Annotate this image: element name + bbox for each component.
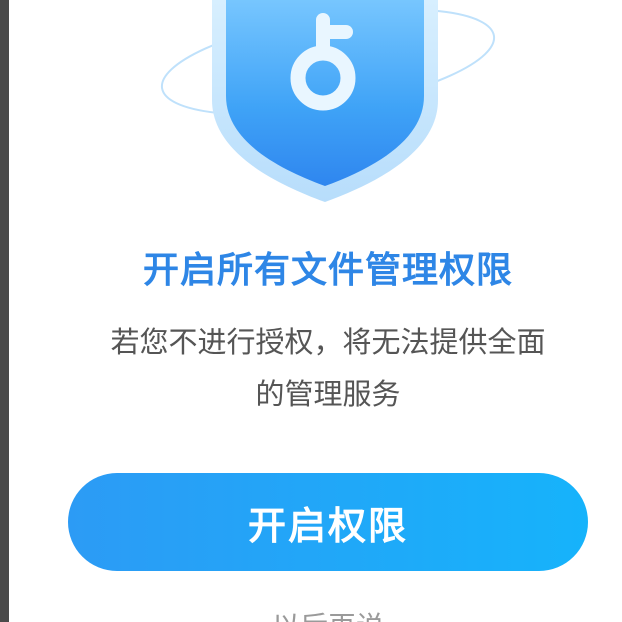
shield-key-icon <box>160 0 496 202</box>
dialog-title: 开启所有文件管理权限 <box>142 250 513 291</box>
description-line-1: 若您不进行授权，将无法提供全面 <box>110 325 546 359</box>
later-link[interactable]: 以后再说 <box>0 605 622 622</box>
dialog-description: 若您不进行授权，将无法提供全面 的管理服务 <box>0 316 622 420</box>
enable-permission-button[interactable]: 开启权限 <box>68 473 588 571</box>
left-edge-divider <box>0 0 9 622</box>
description-line-2: 的管理服务 <box>255 377 401 411</box>
permission-dialog: 开启所有文件管理权限 若您不进行授权，将无法提供全面 的管理服务 开启权限 以后… <box>0 0 622 622</box>
